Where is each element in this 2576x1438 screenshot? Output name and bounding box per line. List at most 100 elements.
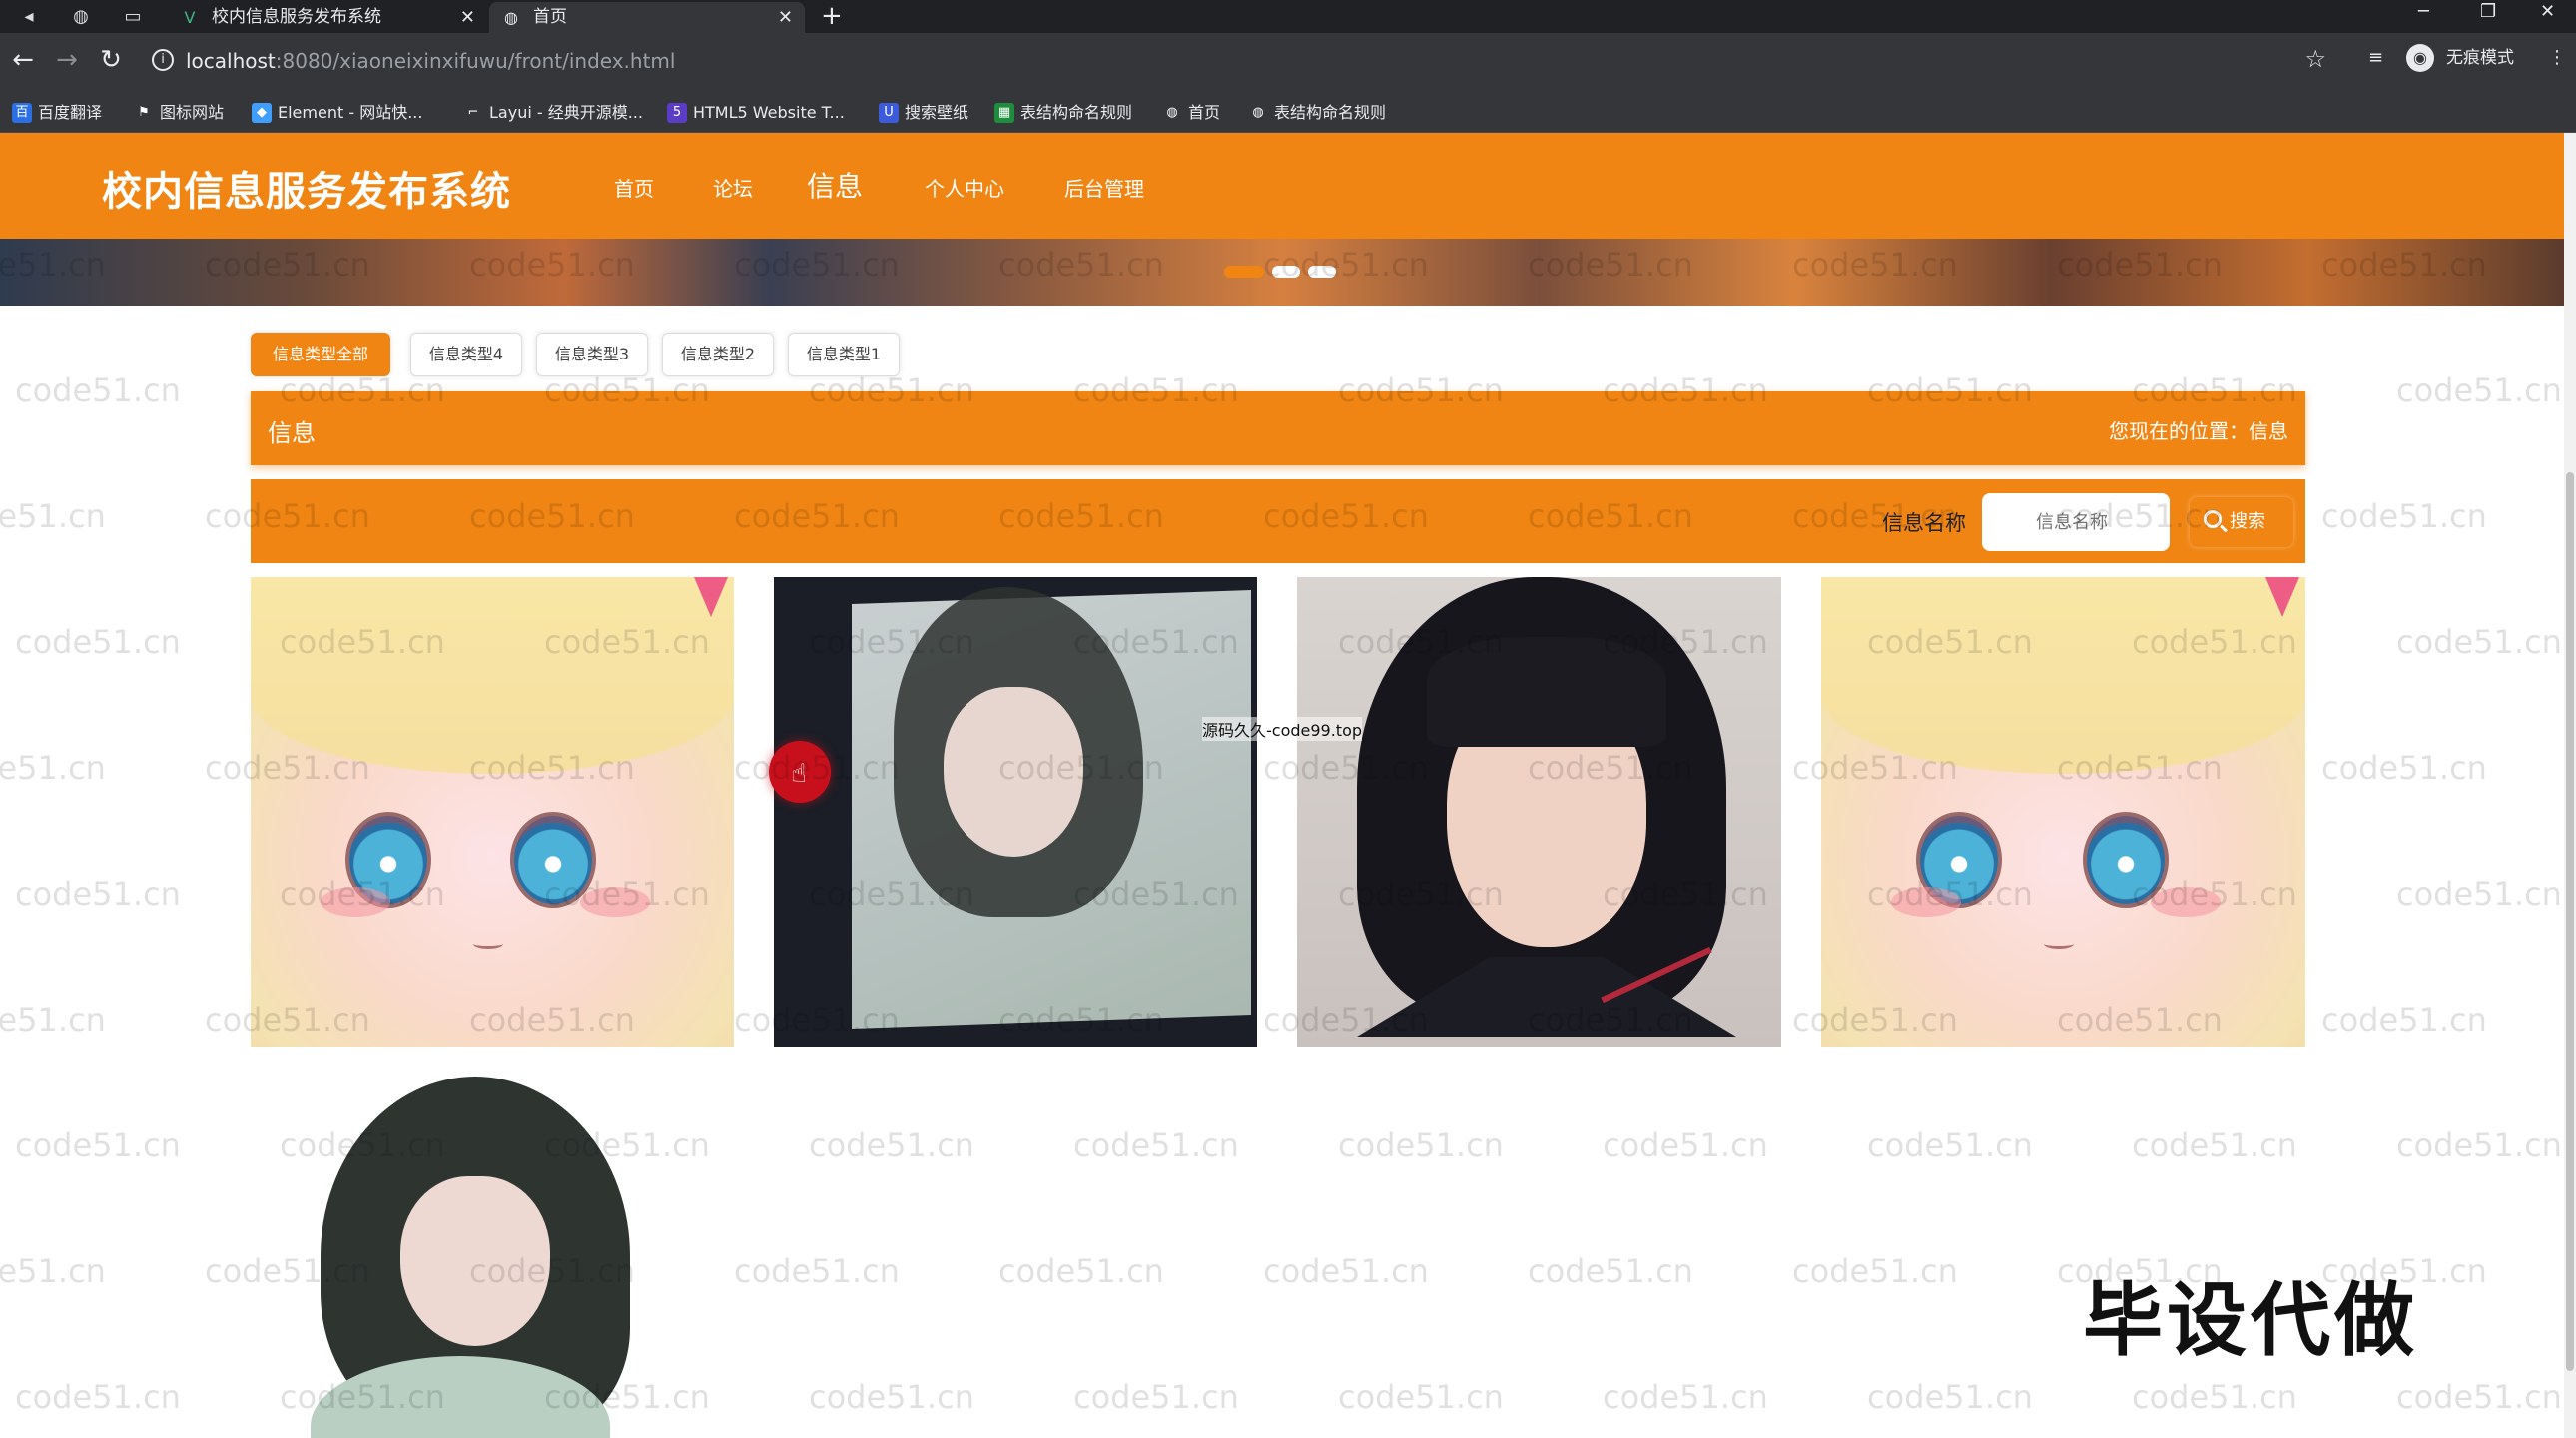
site-header: 校内信息服务发布系统 首页 论坛 信息 个人中心 后台管理 [0,133,2564,239]
reload-icon[interactable]: ↻ [96,45,126,75]
sheet-icon: ▦ [994,103,1014,123]
scrollbar[interactable] [2564,133,2576,1438]
section-title-bar: 信息 您现在的位置：信息 [251,391,2305,465]
watermark-text: code51.cn [2321,497,2487,535]
nav-admin[interactable]: 后台管理 [1064,173,1144,202]
incognito-indicator[interactable]: ◉ 无痕模式 [2406,42,2514,74]
element-icon: ◆ [252,103,272,123]
address-bar[interactable]: i localhost:8080/xiaoneixinxifuwu/front/… [140,39,2346,83]
filter-all[interactable]: 信息类型全部 [251,333,390,376]
promo-text: 毕设代做 [2083,1274,2418,1367]
carousel-dot[interactable] [1308,266,1336,278]
nav-user-center[interactable]: 个人中心 [925,173,1004,202]
tab-school-system[interactable]: V 校内信息服务发布系统 ✕ [168,2,487,33]
filter-type2[interactable]: 信息类型2 [662,333,774,376]
search-input[interactable] [1982,493,2170,551]
tab-home[interactable]: ◍ 首页 ✕ [489,2,805,33]
filter-type4[interactable]: 信息类型4 [410,333,522,376]
info-card-image[interactable] [251,1057,734,1438]
watermark-text: code51.cn [2396,1126,2562,1164]
bookmark-item[interactable]: 5 HTML5 Website T... [667,93,845,133]
site-title: 校内信息服务发布系统 [102,169,511,215]
site-info-icon[interactable]: i [152,49,174,71]
watermark-text: code51.cn [0,1252,106,1290]
vue-icon: V [184,8,196,27]
watermark-text: code51.cn [809,1378,974,1416]
close-tab-icon[interactable]: ✕ [778,2,793,33]
carousel-banner[interactable] [0,239,2564,306]
watermark-text: code51.cn [1867,1378,2033,1416]
bookmark-item[interactable]: ▦ 表结构命名规则 [994,93,1132,133]
bookmark-star-icon[interactable]: ☆ [2304,45,2326,73]
watermark-text: code51.cn [15,875,181,913]
incognito-icon: ◉ [2406,44,2434,72]
search-bar: 信息名称 搜索 [251,479,2305,563]
watermark-text: code51.cn [2396,1378,2562,1416]
watermark-text: code51.cn [998,1252,1164,1290]
browser-tab-strip: ◂ ◍ ▭ V 校内信息服务发布系统 ✕ ◍ 首页 ✕ + ─ ❐ ✕ [0,0,2576,33]
info-card-image[interactable] [1821,577,2305,1047]
bookmark-item[interactable]: U 搜索壁纸 [879,93,968,133]
back-icon[interactable]: ← [8,45,38,75]
carousel-dot-active[interactable] [1224,266,1264,278]
watermark-text: code51.cn [1528,1252,1693,1290]
watermark-text: code51.cn [2132,1126,2297,1164]
watermark-text: code51.cn [1073,1378,1239,1416]
search-button[interactable]: 搜索 [2190,497,2293,547]
watermark-text: code51.cn [1603,1126,1768,1164]
watermark-text: code51.cn [1338,1126,1504,1164]
close-tab-icon[interactable]: ✕ [460,2,475,33]
watermark-text: code51.cn [1263,1252,1429,1290]
speaker-icon[interactable]: ◂ [16,4,42,30]
new-tab-button[interactable]: + [821,2,843,30]
filter-type3[interactable]: 信息类型3 [536,333,648,376]
watermark-text: code51.cn [2132,1378,2297,1416]
bookmark-item[interactable]: ◆ Element - 网站快... [252,93,422,133]
watermark-text: code51.cn [15,1378,181,1416]
search-label: 信息名称 [1882,511,1966,535]
bookmark-item[interactable]: ◍ 表结构命名规则 [1248,93,1386,133]
forward-icon[interactable]: → [52,45,82,75]
tab-title: 校内信息服务发布系统 [212,7,381,27]
tab-search-icon[interactable]: ▭ [120,4,146,30]
restore-icon[interactable]: ❐ [2480,0,2496,28]
minimize-icon[interactable]: ─ [2418,0,2429,28]
watermark-text: code51.cn [0,1001,106,1039]
watermark-text: code51.cn [0,497,106,535]
watermark-text: code51.cn [15,623,181,661]
reading-list-icon[interactable]: ≡ [2368,47,2383,68]
globe-icon[interactable]: ◍ [68,4,94,30]
info-card-image[interactable] [251,577,734,1047]
watermark-text: code51.cn [0,749,106,787]
bookmark-item[interactable]: ⚑ 图标网站 [134,93,224,133]
watermark-text: code51.cn [2396,371,2562,409]
close-window-icon[interactable]: ✕ [2540,0,2555,28]
carousel-dot[interactable] [1272,266,1300,278]
bookmark-item[interactable]: 百百度翻译 [12,93,102,133]
bookmark-item[interactable]: ⌐ Layui - 经典开源模... [463,93,643,133]
incognito-label: 无痕模式 [2446,48,2514,68]
nav-home[interactable]: 首页 [614,173,654,202]
watermark-text: code51.cn [1792,1252,1958,1290]
nav-info[interactable]: 信息 [807,165,863,205]
nav-forum[interactable]: 论坛 [713,173,753,202]
watermark-text: code51.cn [2321,1001,2487,1039]
html5-icon: 5 [667,103,687,123]
bookmark-item[interactable]: ◍ 首页 [1162,93,1220,133]
watermark-text: code51.cn [2396,875,2562,913]
url-text[interactable]: localhost:8080/xiaoneixinxifuwu/front/in… [186,49,675,73]
watermark-text: code51.cn [2396,623,2562,661]
wallpaper-icon: U [879,103,899,123]
watermark-text: code51.cn [734,1252,900,1290]
info-card-image[interactable] [774,577,1257,1047]
section-title: 信息 [268,419,316,447]
watermark-text: code51.cn [809,1126,974,1164]
layui-icon: ⌐ [467,105,479,120]
watermark-text: code51.cn [15,371,181,409]
filter-type1[interactable]: 信息类型1 [788,333,900,376]
scrollbar-thumb[interactable] [2566,472,2574,1371]
info-card-image[interactable] [1297,577,1781,1047]
watermark-text: code51.cn [2321,749,2487,787]
menu-icon[interactable]: ⋮ [2548,47,2566,68]
watermark-text: code51.cn [1073,1126,1239,1164]
